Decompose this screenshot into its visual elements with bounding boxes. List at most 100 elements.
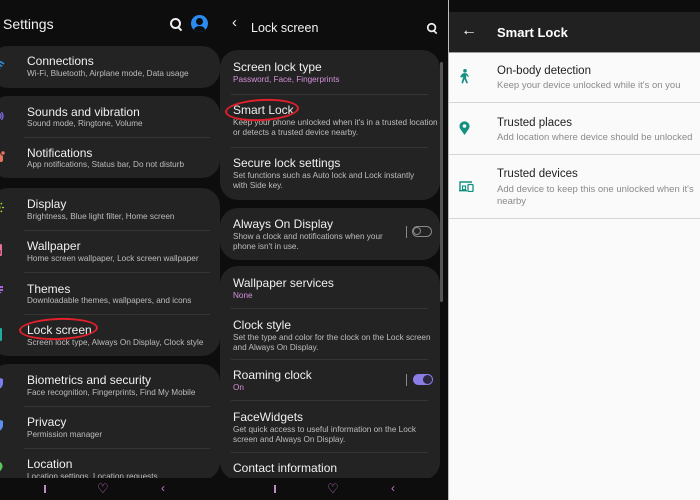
item-title: Wallpaper bbox=[27, 239, 81, 253]
item-subtitle: None bbox=[233, 291, 253, 300]
settings-item-notifications[interactable]: Notifications App notifications, Status … bbox=[0, 138, 220, 178]
brush-icon bbox=[0, 286, 3, 294]
item-subtitle: App notifications, Status bar, Do not di… bbox=[27, 160, 185, 169]
item-subtitle: Wi-Fi, Bluetooth, Airplane mode, Data us… bbox=[27, 69, 189, 78]
card-connections: Connections Wi-Fi, Bluetooth, Airplane m… bbox=[0, 46, 220, 88]
item-subtitle: On bbox=[233, 383, 244, 392]
toggle-separator bbox=[406, 226, 407, 238]
place-pin-icon bbox=[459, 121, 470, 135]
lock-item-clock-style[interactable]: Clock style Set the type and color for t… bbox=[220, 309, 440, 359]
search-icon[interactable] bbox=[169, 17, 183, 31]
lock-screen-title: Lock screen bbox=[251, 21, 319, 35]
navigation-bar: ♡ ‹ bbox=[0, 478, 220, 500]
item-title: Roaming clock bbox=[233, 368, 312, 382]
always-on-display-toggle[interactable] bbox=[412, 226, 432, 237]
item-title: Screen lock type bbox=[233, 60, 322, 74]
item-title: On-body detection bbox=[497, 65, 591, 77]
recent-apps-icon[interactable] bbox=[274, 485, 276, 493]
item-subtitle: Sound mode, Ringtone, Volume bbox=[27, 119, 143, 128]
back-icon[interactable]: ‹ bbox=[391, 481, 395, 495]
smart-lock-app-bar: ← Smart Lock bbox=[449, 12, 700, 53]
roaming-clock-toggle[interactable] bbox=[413, 374, 433, 385]
back-icon[interactable]: ‹ bbox=[161, 481, 165, 495]
back-arrow-icon[interactable]: ← bbox=[461, 22, 477, 40]
lock-item-secure-lock-settings[interactable]: Secure lock settings Set functions such … bbox=[220, 148, 440, 200]
devices-icon bbox=[459, 181, 474, 192]
settings-item-wallpaper[interactable]: Wallpaper Home screen wallpaper, Lock sc… bbox=[0, 231, 220, 272]
lock-item-facewidgets[interactable]: FaceWidgets Get quick access to useful i… bbox=[220, 401, 440, 452]
item-subtitle-line: Get quick access to useful information o… bbox=[233, 425, 416, 434]
item-title: Secure lock settings bbox=[233, 156, 341, 170]
wifi-icon bbox=[0, 60, 5, 69]
item-subtitle-line: nearby bbox=[497, 196, 527, 207]
recent-apps-icon[interactable] bbox=[44, 485, 46, 493]
item-subtitle-line: Add location where device should be unlo… bbox=[497, 132, 693, 143]
settings-item-location[interactable]: Location Location settings, Location req… bbox=[0, 449, 220, 480]
item-subtitle-line: Set the type and color for the clock on … bbox=[233, 333, 431, 342]
item-subtitle: Home screen wallpaper, Lock screen wallp… bbox=[27, 254, 199, 263]
item-title: FaceWidgets bbox=[233, 410, 304, 424]
item-subtitle-line: Set functions such as Auto lock and Lock… bbox=[233, 171, 415, 180]
item-subtitle: Face recognition, Fingerprints, Find My … bbox=[27, 388, 196, 397]
lock-screen-header: ‹ Lock screen bbox=[220, 0, 448, 46]
settings-item-biometrics[interactable]: Biometrics and security Face recognition… bbox=[0, 364, 220, 406]
item-subtitle-line: Keep your device unlocked while it's on … bbox=[497, 80, 681, 91]
smart-lock-item-trusted-places[interactable]: Trusted places Add location where device… bbox=[449, 104, 700, 155]
lock-item-roaming-clock[interactable]: Roaming clock On bbox=[220, 360, 440, 400]
item-title: Notifications bbox=[27, 146, 93, 160]
shield-icon bbox=[0, 378, 3, 389]
back-button[interactable]: ‹ bbox=[232, 14, 237, 31]
smart-lock-item-trusted-devices[interactable]: Trusted devices Add device to keep this … bbox=[449, 156, 700, 219]
settings-item-display[interactable]: Display Brightness, Blue light filter, H… bbox=[0, 188, 220, 230]
settings-item-sounds[interactable]: Sounds and vibration Sound mode, Rington… bbox=[0, 96, 220, 137]
navigation-bar: ♡ ‹ bbox=[220, 478, 448, 500]
item-subtitle: Downloadable themes, wallpapers, and ico… bbox=[27, 296, 192, 305]
card-sounds-notifications: Sounds and vibration Sound mode, Rington… bbox=[0, 96, 220, 178]
item-subtitle-line: Add device to keep this one unlocked whe… bbox=[497, 184, 694, 195]
item-title: Connections bbox=[27, 54, 94, 68]
item-title: Sounds and vibration bbox=[27, 105, 140, 119]
home-icon[interactable]: ♡ bbox=[97, 481, 109, 497]
settings-item-connections[interactable]: Connections Wi-Fi, Bluetooth, Airplane m… bbox=[0, 46, 220, 88]
item-subtitle: Permission manager bbox=[27, 430, 103, 439]
card-security-group: Biometrics and security Face recognition… bbox=[0, 364, 220, 480]
item-title: Themes bbox=[27, 282, 71, 296]
item-title: Trusted devices bbox=[497, 168, 578, 180]
card-lock-appearance: Wallpaper services None Clock style Set … bbox=[220, 266, 440, 480]
search-icon[interactable] bbox=[426, 22, 438, 34]
home-icon[interactable]: ♡ bbox=[327, 481, 339, 497]
item-subtitle-line: or detects a trusted device nearby. bbox=[233, 128, 359, 137]
scrollbar[interactable] bbox=[440, 62, 443, 302]
item-title: Location bbox=[27, 457, 73, 471]
item-subtitle-line: Show a clock and notifications when your bbox=[233, 232, 383, 241]
item-title: Contact information bbox=[233, 461, 338, 475]
item-title: Always On Display bbox=[233, 217, 334, 231]
lock-item-contact-information[interactable]: Contact information bbox=[220, 453, 440, 480]
item-subtitle-line: screen and Always On Display. bbox=[233, 435, 346, 444]
settings-item-themes[interactable]: Themes Downloadable themes, wallpapers, … bbox=[0, 273, 220, 314]
item-title: Wallpaper services bbox=[233, 276, 334, 290]
settings-item-privacy[interactable]: Privacy Permission manager bbox=[0, 407, 220, 448]
location-icon bbox=[0, 462, 3, 472]
item-subtitle: Password, Face, Fingerprints bbox=[233, 75, 340, 84]
status-bar bbox=[449, 0, 700, 12]
settings-screen: Settings Connections Wi-Fi, Bluetooth, A… bbox=[0, 0, 220, 500]
toggle-separator bbox=[406, 374, 407, 386]
lock-item-always-on-display[interactable]: Always On Display Show a clock and notif… bbox=[220, 208, 440, 260]
item-subtitle: Brightness, Blue light filter, Home scre… bbox=[27, 212, 175, 221]
volume-icon bbox=[0, 111, 4, 121]
settings-header: Settings bbox=[0, 0, 220, 46]
card-lock-security: Screen lock type Password, Face, Fingerp… bbox=[220, 50, 440, 200]
walking-person-icon bbox=[460, 69, 469, 84]
lock-item-wallpaper-services[interactable]: Wallpaper services None bbox=[220, 266, 440, 308]
smart-lock-screen: ← Smart Lock On-body detection Keep your… bbox=[448, 0, 700, 500]
lock-screen-icon bbox=[0, 328, 2, 341]
lock-item-screen-lock-type[interactable]: Screen lock type Password, Face, Fingerp… bbox=[220, 50, 440, 94]
item-title: Clock style bbox=[233, 318, 292, 332]
card-always-on: Always On Display Show a clock and notif… bbox=[220, 208, 440, 260]
item-title: Display bbox=[27, 197, 67, 211]
account-icon[interactable] bbox=[191, 15, 208, 32]
notification-icon bbox=[0, 151, 5, 162]
smart-lock-item-on-body-detection[interactable]: On-body detection Keep your device unloc… bbox=[449, 54, 700, 103]
item-title: Trusted places bbox=[497, 117, 572, 129]
